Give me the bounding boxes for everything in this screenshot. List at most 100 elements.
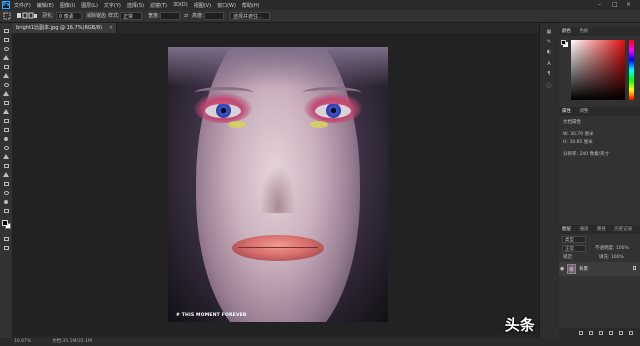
menu-filter[interactable]: 滤镜(T) [150,2,167,9]
minimize-button[interactable]: – [598,1,601,8]
lasso-tool-icon[interactable] [2,45,10,52]
color-swatches[interactable] [2,220,11,229]
crop-tool-icon[interactable] [2,63,10,70]
blur-tool-icon[interactable] [2,135,10,142]
menu-view[interactable]: 视图(V) [194,2,211,9]
path-select-tool-icon[interactable] [2,171,10,178]
canvas-area[interactable]: # THIS MOMENT FOREVER [12,33,539,335]
hand-tool-icon[interactable] [2,189,10,196]
history-panel-icon[interactable]: ▦ [545,29,553,36]
panel-icon-strip: ▦ ✎ ◐ A ¶ ⓘ [539,23,560,338]
screen-mode-icon[interactable] [2,244,10,251]
quick-select-tool-icon[interactable] [2,54,10,61]
photoshop-logo: Ps [2,1,10,9]
select-and-mask-button[interactable]: 选择并遮住... [230,12,270,20]
properties-height[interactable]: H: 39.85 厘米 [563,139,593,145]
status-bar: 16.67% 文档:35.1M/35.1M [0,338,640,346]
layers-panel-tabs: 图层 通道 路径 历史记录 [559,225,640,234]
layer-row[interactable]: ◉ 背景 [559,262,640,276]
brush-tool-icon[interactable] [2,90,10,97]
menu-edit[interactable]: 编辑(E) [37,2,54,9]
hue-slider[interactable] [629,40,634,100]
new-group-icon[interactable] [609,331,613,335]
quick-mask-icon[interactable] [2,235,10,242]
menu-select[interactable]: 选择(S) [127,2,144,9]
left-iris [216,104,231,118]
menu-help[interactable]: 帮助(H) [242,2,260,9]
antialias-checkbox[interactable]: 消除锯齿 [86,12,106,20]
tab-color[interactable]: 颜色 [562,29,571,34]
document-tab-title: bright1比副本.jpg @ 16.7%(RGB/8) [16,25,103,31]
portrait-photo[interactable]: # THIS MOMENT FOREVER [168,47,388,322]
new-layer-icon[interactable] [619,331,623,335]
healing-brush-tool-icon[interactable] [2,81,10,88]
swap-icon[interactable]: ⇄ [184,12,188,20]
style-select[interactable]: 正常 [120,12,142,20]
panel-foreground-swatch[interactable] [561,40,566,45]
tab-layers[interactable]: 图层 [562,227,571,232]
move-tool-icon[interactable] [2,27,10,34]
properties-width[interactable]: W: 30.79 厘米 [563,131,593,137]
info-panel-icon[interactable]: ⓘ [545,83,553,90]
brush-settings-icon[interactable]: ✎ [545,39,553,46]
delete-layer-icon[interactable] [629,331,633,335]
pen-tool-icon[interactable] [2,153,10,160]
color-panel-swatches[interactable] [561,40,568,47]
dodge-tool-icon[interactable] [2,144,10,151]
menu-3d[interactable]: 3D(D) [173,2,188,8]
width-input[interactable] [160,12,180,20]
gradient-tool-icon[interactable] [2,126,10,133]
properties-panel-tabs: 属性 调整 [559,107,640,116]
marquee-tool-icon[interactable] [3,12,11,20]
zoom-level[interactable]: 16.67% [14,338,31,346]
menu-window[interactable]: 窗口(W) [217,2,236,9]
history-brush-tool-icon[interactable] [2,108,10,115]
link-layers-icon[interactable] [579,331,583,335]
menu-image[interactable]: 图像(I) [60,2,75,9]
menu-type[interactable]: 文字(Y) [104,2,121,9]
feather-input[interactable]: 0 像素 [56,12,82,20]
eraser-tool-icon[interactable] [2,117,10,124]
mask-icon[interactable] [599,331,603,335]
layer-name[interactable]: 背景 [579,266,588,272]
fill-field[interactable]: 填充: 100% [599,254,624,260]
tab-swatches[interactable]: 色板 [579,29,588,34]
tab-history[interactable]: 历史记录 [614,227,632,232]
foreground-color-swatch[interactable] [2,220,8,226]
zoom-tool-icon[interactable] [2,198,10,205]
document-tab[interactable]: bright1比副本.jpg @ 16.7%(RGB/8) × [12,23,118,33]
rectangle-tool-icon[interactable] [2,180,10,187]
right-iris [326,104,341,118]
eyedropper-tool-icon[interactable] [2,72,10,79]
fx-icon[interactable] [589,331,593,335]
tab-properties[interactable]: 属性 [562,109,571,114]
more-tools-icon[interactable] [2,207,10,214]
character-panel-icon[interactable]: A [545,61,553,68]
menu-layer[interactable]: 图层(L) [81,2,98,9]
color-picker-field[interactable] [571,40,625,100]
blend-mode-value: 正常 [565,247,574,252]
maximize-button[interactable]: □ [612,1,618,8]
close-tab-icon[interactable]: × [109,23,113,33]
brush-preset-icon[interactable]: ◐ [545,49,553,56]
selection-mode-icons[interactable] [16,12,38,20]
left-yellow-liner [228,121,246,128]
tab-channels[interactable]: 通道 [579,227,588,232]
marquee-tool-icon[interactable] [2,36,10,43]
height-input[interactable] [204,12,224,20]
opacity-field[interactable]: 不透明度: 100% [595,245,629,251]
document-tab-bar: bright1比副本.jpg @ 16.7%(RGB/8) × [12,23,539,33]
tab-adjustments[interactable]: 调整 [579,109,588,114]
hair-shading [168,47,388,87]
close-window-button[interactable]: × [626,1,631,8]
blend-mode-select[interactable]: 正常 [562,245,586,252]
options-bar: 羽化: 0 像素 消除锯齿 样式: 正常 宽度: ⇄ 高度: 选择并遮住... [0,10,640,23]
eye-icon[interactable]: ◉ [560,266,564,272]
paragraph-panel-icon[interactable]: ¶ [545,71,553,78]
tab-paths[interactable]: 路径 [597,227,606,232]
clone-stamp-tool-icon[interactable] [2,99,10,106]
type-tool-icon[interactable] [2,162,10,169]
layer-filter-select[interactable]: 类型 [562,236,586,243]
layer-filter-label: 类型 [565,238,574,243]
menu-file[interactable]: 文件(F) [14,2,31,9]
